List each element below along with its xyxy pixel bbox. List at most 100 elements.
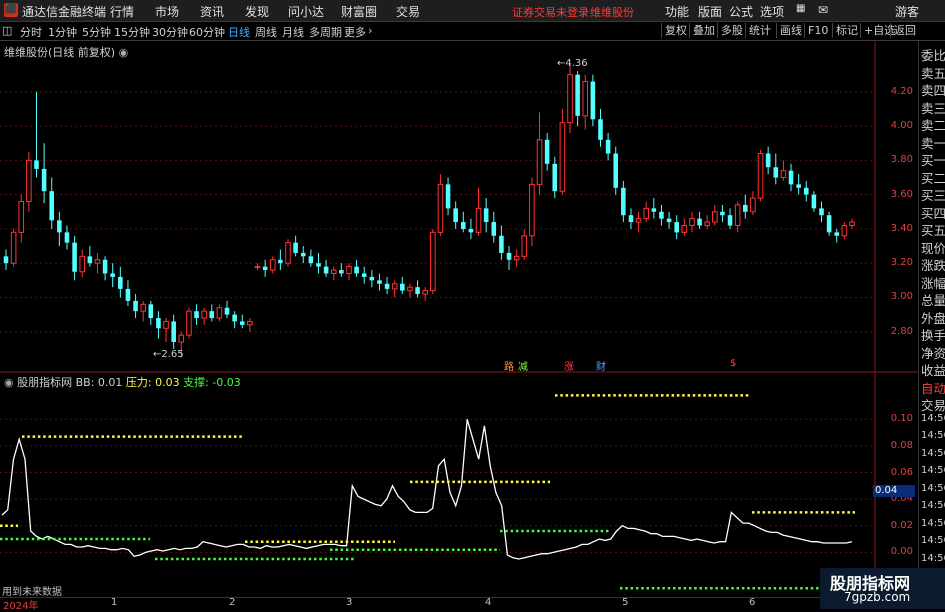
candle — [346, 263, 352, 281]
tab-1min[interactable]: 1分钟 — [48, 24, 77, 40]
candle-body — [254, 266, 261, 269]
tab-multi-period[interactable]: 多周期 — [309, 24, 342, 40]
quote-panel-item-12: 涨跌 — [921, 258, 945, 273]
price-tick-5: 3.20 — [890, 257, 913, 269]
menu-layout[interactable]: 版面 — [698, 3, 722, 20]
tab-60min[interactable]: 60分钟 — [189, 24, 225, 40]
quote-panel-item-27: 14:56 — [921, 517, 945, 529]
candle — [659, 204, 664, 226]
tab-5min[interactable]: 5分钟 — [82, 24, 111, 40]
drawing-button[interactable]: 画线 — [776, 23, 805, 38]
candle-body — [330, 269, 337, 274]
candle-body — [506, 252, 512, 260]
user-label[interactable]: 游客 — [895, 3, 919, 20]
quote-panel-item-14: 总量 — [921, 293, 945, 308]
candle — [681, 218, 688, 236]
menu-wealth[interactable]: 财富圈 — [341, 3, 377, 20]
candle-body — [269, 259, 276, 271]
candle-body — [415, 287, 420, 295]
candle-body — [369, 276, 375, 281]
event-marker-3[interactable]: 涨 — [564, 358, 574, 373]
candle — [361, 266, 367, 284]
tab-weekly[interactable]: 周线 — [255, 24, 277, 40]
candle-body — [163, 320, 169, 329]
candle — [293, 235, 298, 257]
candle-body — [651, 208, 657, 212]
candle — [773, 153, 779, 185]
quote-panel-item-24: 14:56 — [921, 465, 945, 476]
more-chevron-icon[interactable]: › — [368, 24, 372, 37]
quote-panel-item-4: 卖二 — [921, 118, 945, 133]
f10-button[interactable]: F10 — [804, 23, 831, 38]
candle-body — [704, 221, 710, 226]
candle-body — [232, 314, 237, 322]
candle — [468, 218, 474, 240]
event-marker-1[interactable]: 路 — [504, 358, 514, 373]
mail-icon[interactable]: ✉ — [818, 3, 828, 17]
event-marker-5[interactable]: $ — [730, 358, 736, 369]
quote-panel: 委比 卖五 卖四 卖三 卖二 卖一 买一 买二 买三 买四 买五 现价 涨跌 涨幅 总量 外盘 换手 净资 收益 自动… — [918, 41, 945, 609]
candle — [590, 74, 596, 127]
candle-body — [10, 231, 17, 264]
x-label-month-1: 1 — [111, 597, 118, 608]
candle-body — [483, 208, 489, 223]
menu-trade[interactable]: 交易 — [396, 3, 420, 20]
adjust-button[interactable]: 复权 — [661, 23, 690, 38]
candle-body — [430, 231, 436, 292]
menu-discover[interactable]: 发现 — [245, 3, 269, 20]
back-button[interactable]: 返回 — [890, 23, 919, 38]
watermark-url: 7gpzb.com — [844, 590, 911, 604]
candle — [308, 249, 314, 267]
candle-body — [49, 191, 55, 221]
chart-menu-icon[interactable]: ◉ — [119, 46, 129, 59]
candle — [628, 208, 634, 229]
toolbar-settings-icon[interactable]: ◫ — [2, 24, 12, 37]
stock-link[interactable]: 维维股份 — [590, 4, 634, 20]
candle-body — [102, 259, 108, 274]
candle-body — [773, 167, 779, 178]
candle — [285, 239, 291, 267]
overlay-button[interactable]: 叠加 — [689, 23, 718, 38]
login-notice[interactable]: 证券交易未登录 — [512, 4, 589, 20]
statistics-button[interactable]: 统计 — [745, 23, 774, 38]
tab-intraday[interactable]: 分时 — [20, 24, 42, 40]
event-marker-2[interactable]: 减 — [518, 358, 528, 373]
menu-ask[interactable]: 问小达 — [288, 3, 324, 20]
mark-button[interactable]: 标记 — [832, 23, 861, 38]
candle — [186, 307, 192, 339]
candle — [697, 211, 702, 229]
candle-body — [3, 256, 9, 264]
menu-function[interactable]: 功能 — [665, 3, 689, 20]
candle-body — [590, 81, 596, 120]
tab-15min[interactable]: 15分钟 — [114, 24, 150, 40]
candle-body — [826, 215, 832, 233]
tab-monthly[interactable]: 月线 — [282, 24, 304, 40]
menu-market[interactable]: 行情 — [110, 3, 134, 20]
menu-formula[interactable]: 公式 — [729, 3, 753, 20]
price-tick-4: 3.40 — [890, 222, 913, 234]
candle — [780, 160, 787, 181]
menu-options[interactable]: 选项 — [760, 3, 784, 20]
event-marker-4[interactable]: 财 — [596, 358, 606, 373]
tab-30min[interactable]: 30分钟 — [152, 24, 188, 40]
tab-daily[interactable]: 日线 — [228, 24, 250, 40]
menu-news[interactable]: 资讯 — [200, 3, 224, 20]
candle-body — [300, 252, 306, 257]
candle-body — [323, 266, 329, 274]
tab-more[interactable]: 更多 — [344, 24, 366, 40]
candle-body — [552, 163, 558, 192]
chart-canvas[interactable] — [0, 41, 918, 597]
candle — [201, 307, 207, 325]
candle — [605, 132, 611, 161]
candle-body — [575, 74, 580, 116]
x-label-month-3: 3 — [346, 597, 353, 608]
multi-stock-button[interactable]: 多股 — [717, 23, 746, 38]
low-price-label: ←2.65 — [153, 349, 184, 360]
menu-icon[interactable]: ▦ — [796, 3, 805, 14]
time-axis — [0, 597, 918, 610]
candle — [247, 318, 253, 332]
indicator-menu-icon[interactable]: ◉ — [4, 376, 14, 389]
candle-body — [79, 255, 86, 273]
menu-markets[interactable]: 市场 — [155, 3, 179, 20]
candle-body — [178, 334, 185, 343]
